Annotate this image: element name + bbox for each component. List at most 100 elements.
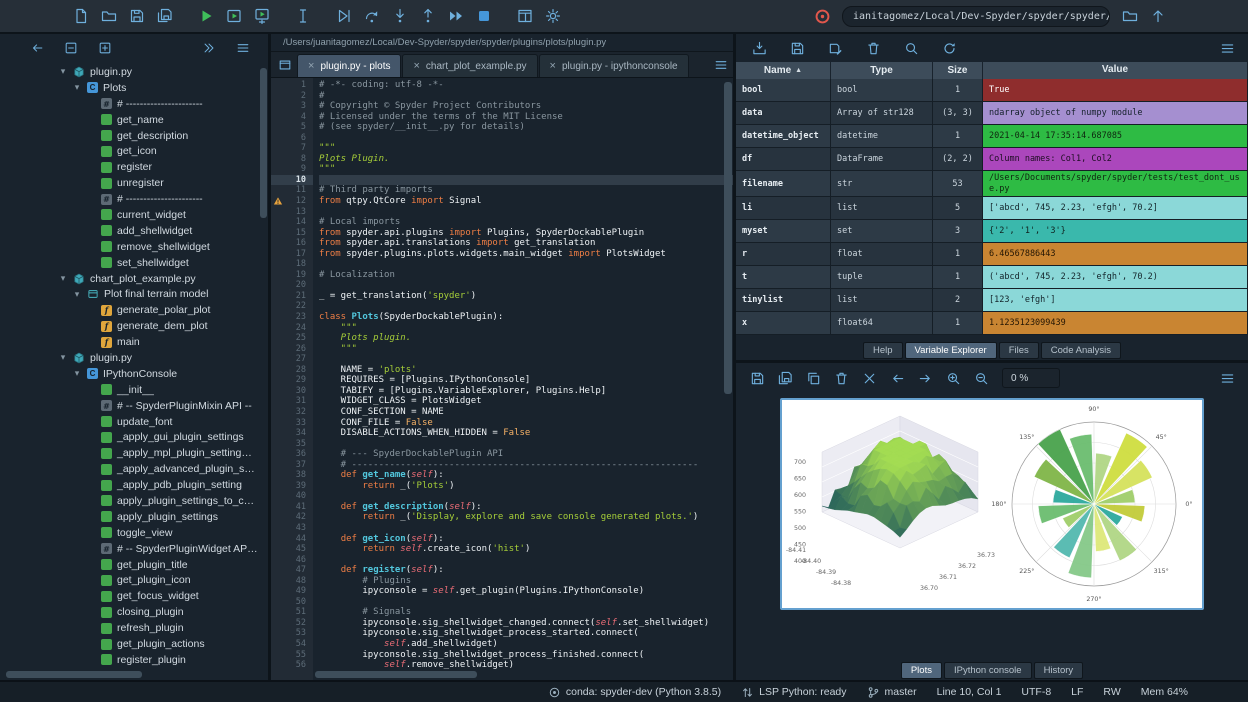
status-lsp[interactable]: LSP Python: ready: [741, 686, 846, 699]
editor-gutter[interactable]: 1234567891011121314151617181920212223242…: [271, 78, 313, 680]
tab-ipython-console[interactable]: IPython console: [944, 662, 1032, 679]
run-cell-advance-button[interactable]: [249, 4, 274, 29]
outline-item[interactable]: ## ----------------------: [0, 96, 268, 112]
table-row[interactable]: rfloat16.46567886443: [736, 243, 1248, 266]
table-row[interactable]: filenamestr53/Users/Documents/spyder/spy…: [736, 171, 1248, 197]
outline-item[interactable]: fmain: [0, 334, 268, 350]
editor-vertical-scrollbar[interactable]: [724, 80, 732, 668]
previous-plot-icon[interactable]: [886, 367, 908, 389]
next-plot-icon[interactable]: [914, 367, 936, 389]
outline-item[interactable]: ▾chart_plot_example.py: [0, 271, 268, 287]
outline-item[interactable]: ## ----------------------: [0, 191, 268, 207]
close-tab-icon[interactable]: ×: [413, 61, 419, 72]
collapse-all-icon[interactable]: [60, 37, 82, 59]
outline-item[interactable]: toggle_view: [0, 525, 268, 541]
outline-item[interactable]: apply_plugin_settings_to_c…: [0, 493, 268, 509]
go-up-button[interactable]: [1145, 4, 1170, 29]
run-cell-button[interactable]: [221, 4, 246, 29]
zoom-in-icon[interactable]: [942, 367, 964, 389]
column-header-value[interactable]: Value: [983, 62, 1248, 79]
close-tab-icon[interactable]: ×: [550, 61, 556, 72]
outline-item[interactable]: fgenerate_polar_plot: [0, 302, 268, 318]
chevron-down-icon[interactable]: ▾: [58, 352, 68, 363]
status-permissions[interactable]: RW: [1103, 686, 1120, 698]
save-file-button[interactable]: [124, 4, 149, 29]
table-row[interactable]: dfDataFrame(2, 2)Column names: Col1, Col…: [736, 148, 1248, 171]
stop-button[interactable]: [471, 4, 496, 29]
close-tab-icon[interactable]: ×: [308, 61, 314, 72]
expand-all-icon[interactable]: [94, 37, 116, 59]
chevron-down-icon[interactable]: ▾: [72, 289, 82, 300]
status-memory[interactable]: Mem 64%: [1141, 686, 1188, 698]
status-git-branch[interactable]: master: [867, 686, 917, 699]
outline-item[interactable]: update_font: [0, 414, 268, 430]
outline-item[interactable]: get_name: [0, 112, 268, 128]
outline-item[interactable]: _apply_advanced_plugin_s…: [0, 461, 268, 477]
chevron-down-icon[interactable]: ▾: [58, 66, 68, 77]
outline-item[interactable]: unregister: [0, 175, 268, 191]
table-row[interactable]: lilist5['abcd', 745, 2.23, 'efgh', 70.2]: [736, 197, 1248, 220]
tab-plots[interactable]: Plots: [901, 662, 942, 679]
chevron-down-icon[interactable]: ▾: [58, 273, 68, 284]
search-variable-icon[interactable]: [900, 37, 922, 59]
outline-vertical-scrollbar[interactable]: [260, 66, 267, 666]
outline-item[interactable]: add_shellwidget: [0, 223, 268, 239]
tab-history[interactable]: History: [1034, 662, 1084, 679]
outline-item[interactable]: fgenerate_dem_plot: [0, 318, 268, 334]
step-into-button[interactable]: [387, 4, 412, 29]
options-menu-icon[interactable]: [1216, 367, 1238, 389]
table-row[interactable]: tinylistlist2[123, 'efgh']: [736, 289, 1248, 312]
copy-plot-icon[interactable]: [802, 367, 824, 389]
column-header-type[interactable]: Type: [831, 62, 933, 79]
code-lines[interactable]: # -*- coding: utf-8 -*-## Copyright © Sp…: [313, 78, 733, 680]
remove-variable-icon[interactable]: [862, 37, 884, 59]
matplotlib-figure[interactable]: -84.41-84.40-84.39-84.3836.7036.7136.723…: [780, 398, 1204, 610]
step-over-button[interactable]: [359, 4, 384, 29]
table-row[interactable]: dataArray of str128(3, 3)ndarray object …: [736, 102, 1248, 125]
options-menu-icon[interactable]: [1216, 37, 1238, 59]
outline-item[interactable]: __init__: [0, 382, 268, 398]
working-directory-input[interactable]: ianitagomez/Local/Dev-Spyder/spyder/spyd…: [842, 6, 1110, 27]
outline-item[interactable]: refresh_plugin: [0, 620, 268, 636]
remove-all-plots-icon[interactable]: [858, 367, 880, 389]
tab-variable-explorer[interactable]: Variable Explorer: [905, 342, 997, 359]
outline-item[interactable]: ## -- SpyderPluginWidget AP…: [0, 541, 268, 557]
status-conda-env[interactable]: conda: spyder-dev (Python 3.8.5): [548, 686, 721, 699]
outline-item[interactable]: closing_plugin: [0, 604, 268, 620]
outline-item[interactable]: remove_shellwidget: [0, 239, 268, 255]
outline-item[interactable]: ▾CIPythonConsole: [0, 366, 268, 382]
outline-item[interactable]: current_widget: [0, 207, 268, 223]
save-plot-icon[interactable]: [746, 367, 768, 389]
outline-item[interactable]: get_plugin_title: [0, 557, 268, 573]
outline-item[interactable]: get_icon: [0, 143, 268, 159]
editor-tab[interactable]: ×plugin.py - ipythonconsole: [539, 54, 689, 77]
step-out-button[interactable]: [415, 4, 440, 29]
outline-item[interactable]: ▾CPlots: [0, 80, 268, 96]
save-data-icon[interactable]: [786, 37, 808, 59]
outline-item[interactable]: register_plugin: [0, 652, 268, 668]
outline-item[interactable]: ▾Plot final terrain model: [0, 286, 268, 302]
run-file-button[interactable]: [193, 4, 218, 29]
table-row[interactable]: xfloat6411.1235123099439: [736, 312, 1248, 335]
table-row[interactable]: ttuple1('abcd', 745, 2.23, 'efgh', 70.2): [736, 266, 1248, 289]
scrollbar-thumb[interactable]: [315, 671, 477, 678]
maximize-pane-button[interactable]: [512, 4, 537, 29]
remove-plot-icon[interactable]: [830, 367, 852, 389]
editor-tab[interactable]: ×chart_plot_example.py: [402, 54, 537, 77]
open-directory-button[interactable]: [1117, 4, 1142, 29]
outline-item[interactable]: get_plugin_icon: [0, 573, 268, 589]
editor-horizontal-scrollbar[interactable]: [315, 671, 719, 678]
code-area[interactable]: 1234567891011121314151617181920212223242…: [271, 78, 733, 680]
outline-item[interactable]: ## -- SpyderPluginMixin API --: [0, 398, 268, 414]
scrollbar-thumb[interactable]: [260, 68, 267, 218]
tab-options-menu-icon[interactable]: [709, 53, 733, 77]
open-file-button[interactable]: [96, 4, 121, 29]
save-all-button[interactable]: [152, 4, 177, 29]
outline-item[interactable]: get_focus_widget: [0, 588, 268, 604]
run-selection-button[interactable]: [290, 4, 315, 29]
status-encoding[interactable]: UTF-8: [1021, 686, 1051, 698]
column-header-size[interactable]: Size: [933, 62, 983, 79]
chevron-down-icon[interactable]: ▾: [72, 82, 82, 93]
status-eol[interactable]: LF: [1071, 686, 1083, 698]
save-data-as-icon[interactable]: [824, 37, 846, 59]
